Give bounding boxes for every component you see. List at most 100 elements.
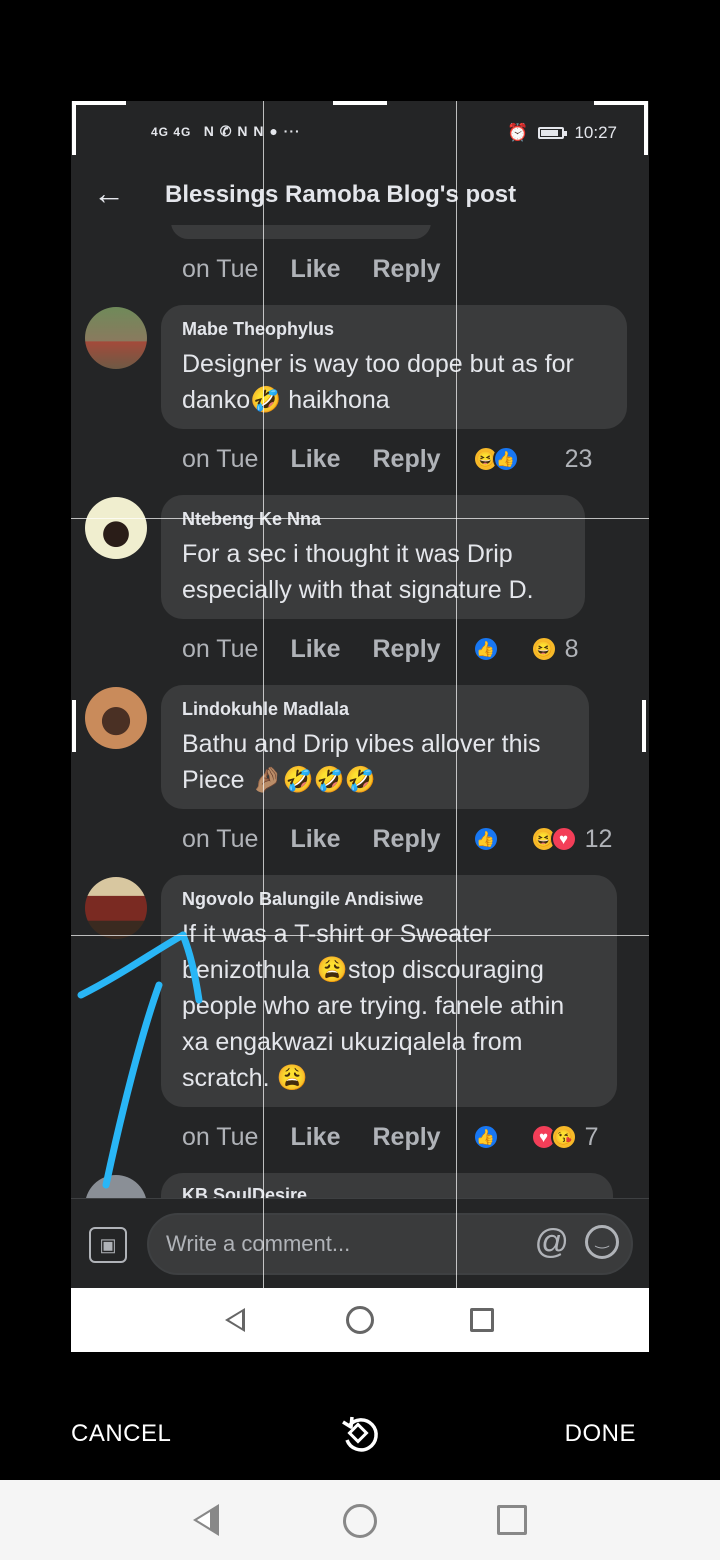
- comment-time: on Tue: [182, 634, 259, 663]
- reaction-count: 8: [564, 634, 579, 663]
- comment-time: on Tue: [182, 254, 259, 283]
- comment-bubble: KB SoulDesire: [161, 1173, 613, 1198]
- commenter-name[interactable]: Ngovolo Balungile Andisiwe: [182, 889, 595, 910]
- status-right: ⏰ 10:27: [507, 123, 617, 143]
- done-button[interactable]: DONE: [565, 1420, 636, 1448]
- nav-back-icon[interactable]: [193, 1504, 219, 1536]
- commenter-name[interactable]: Ntebeng Ke Nna: [182, 509, 563, 530]
- reply-button[interactable]: Reply: [372, 1123, 440, 1152]
- crop-grid-line: [71, 518, 649, 519]
- comment-actions: on Tue Like Reply: [182, 249, 473, 289]
- reply-button[interactable]: Reply: [372, 825, 440, 854]
- cancel-button[interactable]: CANCEL: [71, 1420, 171, 1448]
- crop-corner-handle[interactable]: [72, 101, 76, 155]
- rotate-icon[interactable]: [339, 1412, 381, 1454]
- system-nav-bar: [0, 1480, 720, 1560]
- comment-text-line: For a sec i thought it was Drip: [182, 540, 513, 568]
- comment-text-line: scratch. 😩: [182, 1064, 308, 1092]
- editor-toolbar: CANCEL DONE: [0, 1390, 720, 1480]
- comment-text-line: Piece 🤌🏽🤣🤣🤣: [182, 766, 376, 794]
- avatar[interactable]: [85, 497, 147, 559]
- comment-bubble: Lindokuhle Madlala Bathu and Drip vibes …: [161, 685, 589, 809]
- page-title: Blessings Ramoba Blog's post: [165, 181, 517, 208]
- crop-corner-handle[interactable]: [72, 101, 126, 105]
- like-button[interactable]: Like: [290, 825, 340, 854]
- like-reaction-icon: 👍: [492, 446, 519, 472]
- like-button[interactable]: Like: [290, 1123, 340, 1152]
- comment-text-line: benizothula 😩stop discouraging: [182, 956, 544, 984]
- crop-edge-handle[interactable]: [72, 700, 76, 752]
- smiley-icon[interactable]: ‿: [585, 1225, 619, 1259]
- comment-bubble: Ntebeng Ke Nna For a sec i thought it wa…: [161, 495, 585, 619]
- reply-button[interactable]: Reply: [372, 255, 440, 284]
- screenshot-nav-bar: [71, 1288, 649, 1352]
- crop-corner-handle[interactable]: [594, 101, 648, 105]
- comment-bubble: Mabe Theophylus Designer is way too dope…: [161, 305, 627, 429]
- commenter-name[interactable]: Lindokuhle Madlala: [182, 699, 567, 720]
- comment-bubble: Ngovolo Balungile Andisiwe If it was a T…: [161, 875, 617, 1107]
- like-button[interactable]: Like: [290, 635, 340, 664]
- reply-button[interactable]: Reply: [372, 635, 440, 664]
- status-bar: 4G 4G N ✆ N N ● ··· ⏰ 10:27: [71, 101, 649, 167]
- nav-recents-icon: [470, 1308, 494, 1332]
- crop-edge-handle[interactable]: [333, 101, 387, 105]
- comment-text-line: Bathu and Drip vibes allover this: [182, 730, 541, 758]
- reaction-summary[interactable]: 👍 ♥ 😘 7: [472, 1123, 598, 1152]
- like-reaction-icon: 👍: [472, 826, 499, 852]
- comment-text-line: Designer is way too dope but as for: [182, 350, 574, 378]
- signal-indicators: 4G 4G N ✆ N N ● ···: [151, 123, 301, 140]
- at-icon[interactable]: @: [534, 1223, 569, 1262]
- reaction-summary[interactable]: 👍 😆 ♥ 12: [472, 824, 613, 854]
- comment-actions: on Tue Like Reply 👍 😆 ♥ 12: [182, 819, 612, 859]
- care-reaction-icon: 😘: [550, 1124, 577, 1150]
- avatar[interactable]: [85, 307, 147, 369]
- comment-composer: ▣ Write a comment... @ ‿: [71, 1198, 649, 1288]
- love-reaction-icon: ♥: [550, 826, 577, 852]
- battery-icon: [538, 127, 568, 139]
- back-arrow-icon[interactable]: ←: [93, 175, 125, 212]
- reaction-count: 23: [564, 444, 593, 473]
- arrow-annotation: [77, 931, 203, 1189]
- comment-time: on Tue: [182, 444, 259, 473]
- avatar[interactable]: [85, 687, 147, 749]
- clock: 10:27: [574, 123, 617, 142]
- app-bar: ← Blessings Ramoba Blog's post: [71, 167, 649, 225]
- nav-back-icon: [225, 1308, 245, 1332]
- photo-editor-screen: 4G 4G N ✆ N N ● ··· ⏰ 10:27 ← Blessings …: [0, 0, 720, 1560]
- comment-text-line: If it was a T-shirt or Sweater: [182, 920, 492, 948]
- crop-grid-line: [456, 101, 457, 1288]
- nav-recents-icon[interactable]: [497, 1505, 527, 1535]
- alarm-icon: ⏰: [507, 123, 529, 142]
- comment-text-line: especially with that signature D.: [182, 576, 534, 604]
- commenter-name[interactable]: KB SoulDesire: [182, 1185, 591, 1198]
- crop-edge-handle[interactable]: [642, 700, 646, 752]
- comment-input-placeholder: Write a comment...: [166, 1231, 351, 1256]
- comments-feed[interactable]: on Tue Like Reply Mabe Theophylus Design…: [71, 225, 649, 1198]
- nav-home-icon: [346, 1306, 374, 1334]
- like-reaction-icon: 👍: [472, 636, 499, 662]
- comment-text-line: people who are trying. fanele athin: [182, 992, 565, 1020]
- crop-grid-line: [263, 101, 264, 1288]
- reaction-summary[interactable]: 👍 😆 8: [472, 634, 579, 664]
- crop-corner-handle[interactable]: [644, 101, 648, 155]
- reply-button[interactable]: Reply: [372, 445, 440, 474]
- reaction-count: 12: [584, 824, 613, 853]
- nav-home-icon[interactable]: [343, 1504, 377, 1538]
- comment-actions: on Tue Like Reply 👍 😆 8: [182, 629, 578, 669]
- commenter-name[interactable]: Mabe Theophylus: [182, 319, 605, 340]
- haha-reaction-icon: 😆: [530, 636, 557, 662]
- crop-grid-line: [71, 935, 649, 936]
- photo-icon[interactable]: ▣: [89, 1227, 127, 1263]
- comment-actions: on Tue Like Reply 😆 👍 23: [182, 439, 592, 479]
- comment-text-line: xa engakwazi ukuziqalela from: [182, 1028, 523, 1056]
- signal-icon: 4G 4G: [151, 125, 192, 139]
- like-reaction-icon: 👍: [472, 1124, 499, 1150]
- like-button[interactable]: Like: [290, 445, 340, 474]
- reaction-summary[interactable]: 😆 👍 23: [472, 444, 593, 474]
- like-button[interactable]: Like: [290, 255, 340, 284]
- comment-bubble-partial: [171, 225, 431, 239]
- notification-icons: N ✆ N N ● ···: [203, 123, 301, 139]
- cropped-screenshot: 4G 4G N ✆ N N ● ··· ⏰ 10:27 ← Blessings …: [71, 101, 649, 1352]
- comment-actions: on Tue Like Reply 👍 ♥ 😘 7: [182, 1117, 598, 1157]
- comment-text-line: danko🤣 haikhona: [182, 386, 390, 414]
